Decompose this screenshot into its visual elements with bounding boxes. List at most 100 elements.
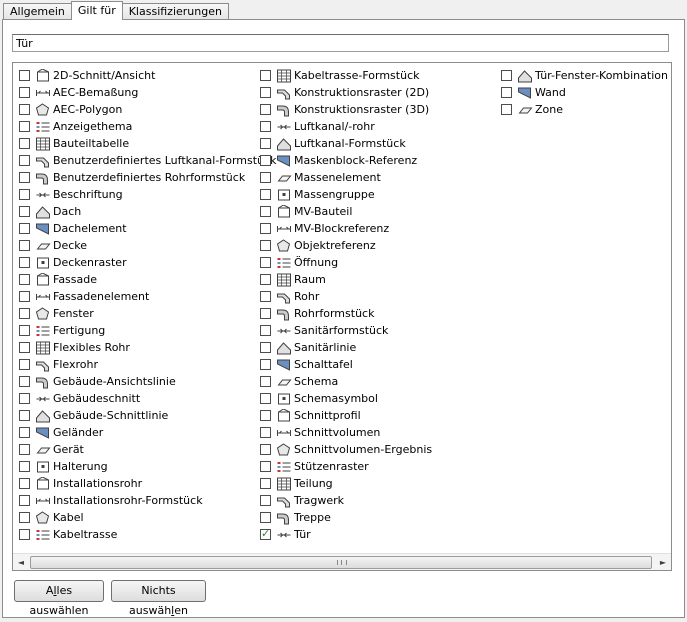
list-item[interactable]: Installationsrohr-Formstück (19, 492, 276, 509)
tab-gilt-fuer[interactable]: Gilt für (70, 1, 123, 20)
list-item[interactable]: Schnittprofil (260, 407, 432, 424)
checkbox[interactable] (19, 376, 30, 387)
checkbox[interactable] (19, 206, 30, 217)
checkbox[interactable] (19, 308, 30, 319)
checkbox[interactable] (260, 240, 271, 251)
checkbox[interactable] (260, 393, 271, 404)
list-item[interactable]: Stützenraster (260, 458, 432, 475)
checkbox[interactable] (260, 172, 271, 183)
checkbox[interactable] (19, 478, 30, 489)
list-item[interactable]: Benutzerdefiniertes Rohrformstück (19, 169, 276, 186)
object-type-list[interactable]: 2D-Schnitt/Ansicht AEC-Bemaßung AEC-Polygo… (12, 62, 672, 571)
checkbox[interactable] (19, 410, 30, 421)
checkbox[interactable] (19, 172, 30, 183)
checkbox[interactable] (260, 478, 271, 489)
checkbox[interactable] (260, 444, 271, 455)
checkbox[interactable] (19, 529, 30, 540)
list-item[interactable]: Tür-Fenster-Kombination (501, 67, 668, 84)
checkbox[interactable] (260, 427, 271, 438)
list-item[interactable]: Maskenblock-Referenz (260, 152, 432, 169)
checkbox[interactable] (19, 87, 30, 98)
checkbox[interactable] (260, 138, 271, 149)
checkbox[interactable] (260, 512, 271, 523)
checkbox[interactable] (501, 87, 512, 98)
select-none-button[interactable]: Nichts auswählen (111, 580, 206, 617)
list-item[interactable]: Beschriftung (19, 186, 276, 203)
checkbox[interactable] (19, 274, 30, 285)
list-item[interactable]: Anzeigethema (19, 118, 276, 135)
checkbox[interactable] (260, 376, 271, 387)
horizontal-scrollbar[interactable]: ◄ ► (13, 553, 671, 570)
list-item[interactable]: MV-Bauteil (260, 203, 432, 220)
list-item[interactable]: Gerät (19, 441, 276, 458)
tab-allgemein[interactable]: Allgemein (3, 3, 72, 20)
list-item[interactable]: Tür (260, 526, 432, 543)
list-item[interactable]: Schalttafel (260, 356, 432, 373)
list-item[interactable]: Konstruktionsraster (2D) (260, 84, 432, 101)
list-item[interactable]: Schnittvolumen (260, 424, 432, 441)
list-item[interactable]: Flexrohr (19, 356, 276, 373)
checkbox[interactable] (19, 393, 30, 404)
checkbox[interactable] (19, 189, 30, 200)
list-item[interactable]: Kabeltrasse (19, 526, 276, 543)
list-item[interactable]: Fenster (19, 305, 276, 322)
select-all-button[interactable]: Alles auswählen (14, 580, 104, 617)
checkbox[interactable] (19, 359, 30, 370)
list-item[interactable]: Dachelement (19, 220, 276, 237)
list-item[interactable]: Dach (19, 203, 276, 220)
checkbox[interactable] (19, 291, 30, 302)
list-item[interactable]: Gebäudeschnitt (19, 390, 276, 407)
list-item[interactable]: Rohr (260, 288, 432, 305)
list-item[interactable]: Konstruktionsraster (3D) (260, 101, 432, 118)
list-item[interactable]: AEC-Bemaßung (19, 84, 276, 101)
checkbox[interactable] (260, 87, 271, 98)
list-item[interactable]: Kabel (19, 509, 276, 526)
list-item[interactable]: Schnittvolumen-Ergebnis (260, 441, 432, 458)
list-item[interactable]: Sanitärformstück (260, 322, 432, 339)
checkbox[interactable] (19, 495, 30, 506)
list-item[interactable]: Schema (260, 373, 432, 390)
checkbox[interactable] (260, 274, 271, 285)
checkbox[interactable] (260, 410, 271, 421)
list-item[interactable]: Öffnung (260, 254, 432, 271)
checkbox[interactable] (260, 342, 271, 353)
checkbox[interactable] (260, 223, 271, 234)
list-item[interactable]: Kabeltrasse-Formstück (260, 67, 432, 84)
list-item[interactable]: Bauteiltabelle (19, 135, 276, 152)
checkbox[interactable] (260, 121, 271, 132)
checkbox[interactable] (260, 359, 271, 370)
checkbox[interactable] (260, 325, 271, 336)
checkbox[interactable] (260, 104, 271, 115)
list-item[interactable]: Gebäude-Schnittlinie (19, 407, 276, 424)
checkbox[interactable] (260, 308, 271, 319)
checkbox[interactable] (19, 257, 30, 268)
list-item[interactable]: Fassade (19, 271, 276, 288)
list-item[interactable]: Massengruppe (260, 186, 432, 203)
scroll-left-arrow-icon[interactable]: ◄ (13, 554, 29, 570)
scroll-right-arrow-icon[interactable]: ► (655, 554, 671, 570)
checkbox[interactable] (260, 189, 271, 200)
list-item[interactable]: Rohrformstück (260, 305, 432, 322)
list-item[interactable]: 2D-Schnitt/Ansicht (19, 67, 276, 84)
tab-klassifizierungen[interactable]: Klassifizierungen (121, 3, 229, 20)
list-item[interactable]: Zone (501, 101, 668, 118)
list-item[interactable]: Raum (260, 271, 432, 288)
list-item[interactable]: Tragwerk (260, 492, 432, 509)
list-item[interactable]: Geländer (19, 424, 276, 441)
checkbox[interactable] (19, 512, 30, 523)
list-item[interactable]: Luftkanal/-rohr (260, 118, 432, 135)
checkbox[interactable] (501, 104, 512, 115)
checkbox[interactable] (260, 70, 271, 81)
checkbox[interactable] (260, 461, 271, 472)
checkbox[interactable] (19, 444, 30, 455)
checkbox[interactable] (260, 291, 271, 302)
list-item[interactable]: Teilung (260, 475, 432, 492)
checkbox[interactable] (260, 206, 271, 217)
list-item[interactable]: Installationsrohr (19, 475, 276, 492)
list-item[interactable]: Schemasymbol (260, 390, 432, 407)
list-item[interactable]: AEC-Polygon (19, 101, 276, 118)
checkbox[interactable] (260, 527, 271, 540)
checkbox[interactable] (260, 495, 271, 506)
checkbox[interactable] (19, 240, 30, 251)
list-item[interactable]: Deckenraster (19, 254, 276, 271)
